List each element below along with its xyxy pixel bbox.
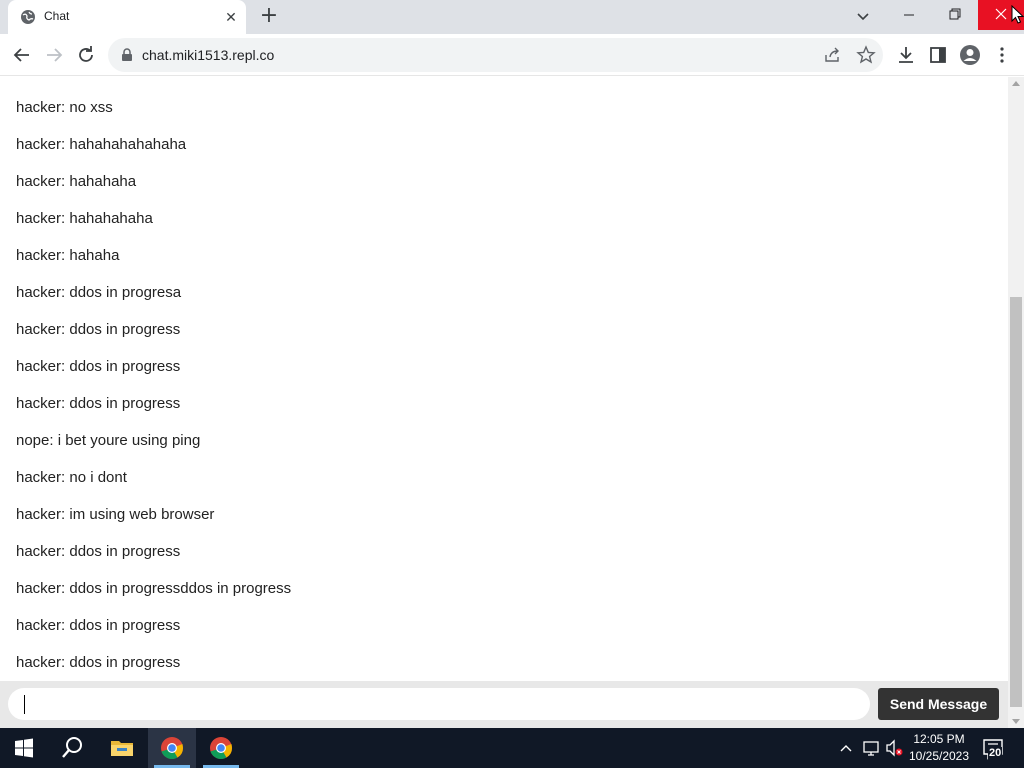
tab-strip: Chat ✕ + xyxy=(0,0,1024,34)
message: hacker: ddos in progress xyxy=(16,543,181,560)
chevron-up-icon[interactable] xyxy=(836,728,856,768)
close-icon[interactable]: ✕ xyxy=(222,8,240,26)
reload-icon[interactable] xyxy=(74,43,98,67)
send-message-button[interactable]: Send Message xyxy=(878,688,999,720)
download-icon[interactable] xyxy=(894,43,918,67)
back-icon[interactable] xyxy=(10,43,34,67)
plus-icon[interactable]: + xyxy=(258,5,280,28)
message: hacker: ddos in progress xyxy=(16,617,181,634)
message: hacker: no xss xyxy=(16,99,113,116)
tab-title: Chat xyxy=(44,9,70,23)
message-composer: Send Message xyxy=(0,681,1008,728)
network-icon[interactable] xyxy=(860,728,882,768)
taskbar-chrome[interactable] xyxy=(197,728,245,768)
chevron-down-icon[interactable] xyxy=(852,7,874,27)
message: hacker: ddos in progress xyxy=(16,654,181,671)
message: hacker: hahahahahahaha xyxy=(16,136,187,153)
message: hacker: ddos in progress xyxy=(16,395,181,412)
profile-icon[interactable] xyxy=(958,43,982,67)
clock-time[interactable]: 12:05 PM xyxy=(906,732,972,746)
scroll-up-arrow[interactable] xyxy=(1012,81,1020,86)
chrome-icon xyxy=(210,737,232,760)
url-text[interactable]: chat.miki1513.repl.co xyxy=(142,47,274,63)
message: hacker: ddos in progress xyxy=(16,321,181,338)
taskbar-chrome-active[interactable] xyxy=(148,728,196,768)
tab-chat[interactable]: Chat ✕ xyxy=(8,0,246,34)
volume-muted-icon[interactable] xyxy=(884,728,906,768)
message: nope: i bet youre using ping xyxy=(16,432,201,449)
search-icon[interactable] xyxy=(48,728,96,768)
windows-start-icon[interactable] xyxy=(0,728,48,768)
message: hacker: ddos in progresa xyxy=(16,284,182,301)
chrome-icon xyxy=(161,737,183,760)
mouse-cursor-icon xyxy=(1011,5,1024,24)
message: hacker: ddos in progress xyxy=(16,358,181,375)
message: hacker: ddos in progressddos in progress xyxy=(16,580,292,597)
clock-date[interactable]: 10/25/2023 xyxy=(906,749,972,763)
address-bar[interactable]: chat.miki1513.repl.co xyxy=(108,38,883,72)
chat-messages: hacker: no xss hacker: hahahahahahaha ha… xyxy=(0,77,1008,681)
side-panel-icon[interactable] xyxy=(926,43,950,67)
restore-icon[interactable] xyxy=(932,0,978,30)
message: hacker: hahahahaha xyxy=(16,210,153,227)
message: hacker: hahahaha xyxy=(16,173,137,190)
notification-count-badge: 20 xyxy=(988,747,1003,759)
globe-icon xyxy=(21,10,35,24)
message: hacker: im using web browser xyxy=(16,506,215,523)
forward-icon[interactable] xyxy=(42,43,66,67)
message: hacker: no i dont xyxy=(16,469,127,486)
text-caret xyxy=(24,695,25,714)
message: hacker: hahaha xyxy=(16,247,120,264)
lock-icon[interactable] xyxy=(120,48,134,62)
windows-taskbar: 12:05 PM 10/25/2023 20 xyxy=(0,728,1024,768)
menu-icon[interactable] xyxy=(990,43,1014,67)
scrollbar-thumb[interactable] xyxy=(1010,297,1022,707)
scroll-down-arrow[interactable] xyxy=(1012,719,1020,724)
page-scrollbar[interactable] xyxy=(1008,77,1024,728)
star-icon[interactable] xyxy=(856,45,876,65)
file-explorer-icon[interactable] xyxy=(98,728,146,768)
share-icon[interactable] xyxy=(823,46,843,64)
message-input[interactable] xyxy=(8,688,870,720)
browser-toolbar: chat.miki1513.repl.co xyxy=(0,34,1024,76)
minimize-icon[interactable] xyxy=(886,0,932,30)
